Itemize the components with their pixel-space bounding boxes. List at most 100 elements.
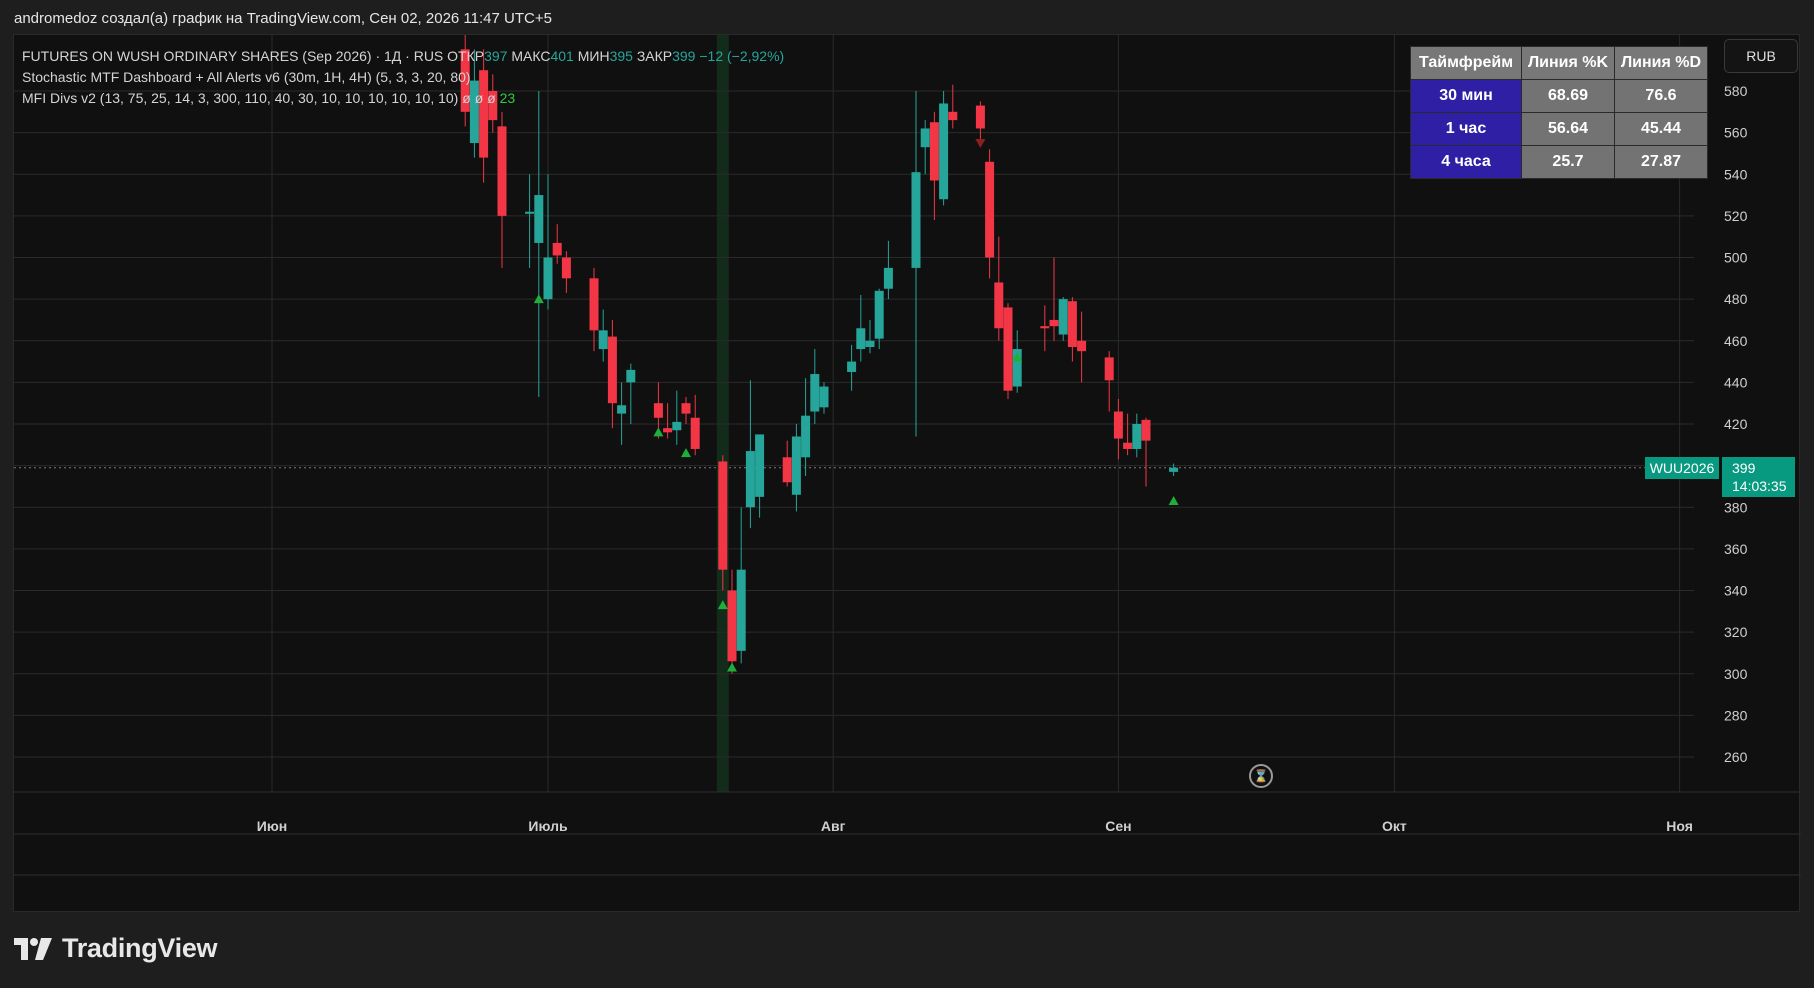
candle-body[interactable] [975, 105, 985, 129]
candle-body[interactable] [782, 457, 792, 483]
candle-body[interactable] [920, 128, 930, 148]
candle-body[interactable] [663, 428, 673, 433]
y-tick-label: 440 [1724, 374, 1748, 390]
hourglass-icon[interactable]: ⌛ [1249, 764, 1273, 788]
candle-body[interactable] [856, 328, 866, 350]
candle-body[interactable] [718, 461, 728, 570]
currency-button[interactable]: RUB [1724, 39, 1798, 73]
candle-body[interactable] [653, 403, 663, 418]
header-d-line: Линия %D [1614, 46, 1708, 80]
candle-body[interactable] [939, 103, 949, 200]
candle-body[interactable] [617, 405, 627, 414]
candle-body[interactable] [791, 436, 801, 495]
mfi-indicator-name: MFI Divs v2 (13, 75, 25, 14, 3, 300, 110… [22, 90, 459, 106]
candle-body[interactable] [1040, 326, 1050, 329]
candle-body[interactable] [534, 195, 544, 243]
candle-body[interactable] [755, 434, 765, 497]
x-tick-label: Сен [1105, 818, 1131, 834]
row-timeframe: 4 часа [1410, 145, 1522, 179]
candle-body[interactable] [561, 257, 571, 279]
candle-body[interactable] [1067, 301, 1077, 347]
candle-body[interactable] [607, 336, 617, 404]
legend-indicator-mfi[interactable]: MFI Divs v2 (13, 75, 25, 14, 3, 300, 110… [22, 88, 784, 109]
legend-indicator-stochastic[interactable]: Stochastic MTF Dashboard + All Alerts v6… [22, 67, 784, 88]
y-tick-label: 580 [1724, 83, 1748, 99]
candle-body[interactable] [1141, 419, 1151, 441]
y-tick-label: 300 [1724, 666, 1748, 682]
candle-body[interactable] [1113, 411, 1123, 439]
candle-body[interactable] [1104, 357, 1114, 381]
candle-body[interactable] [1132, 424, 1142, 449]
candle-body[interactable] [745, 451, 755, 508]
y-tick-label: 280 [1724, 707, 1748, 723]
candle-body[interactable] [911, 172, 921, 268]
brand-name: TradingView [62, 933, 218, 963]
candle-body[interactable] [819, 386, 829, 408]
candle-body[interactable] [497, 126, 507, 216]
legend-open-value: 397 [484, 48, 508, 64]
last-price-label[interactable]: 399 14:03:35 [1722, 457, 1795, 497]
x-tick-label: Ноя [1666, 818, 1693, 834]
table-row: 4 часа 25.7 27.87 [1410, 145, 1708, 179]
last-price-value: 399 [1732, 460, 1756, 476]
candle-body[interactable] [552, 242, 562, 256]
candle-body[interactable] [736, 569, 746, 651]
candle-body[interactable] [589, 278, 599, 331]
candle-body[interactable] [727, 590, 737, 662]
mfi-indicator-last: 23 [499, 90, 516, 106]
legend-symbol-title[interactable]: FUTURES ON WUSH ORDINARY SHARES (Sep 202… [22, 48, 443, 64]
candle-body[interactable] [626, 369, 636, 383]
symbol-price-tag[interactable]: WUU2026 [1645, 457, 1719, 479]
candle-body[interactable] [525, 211, 535, 214]
candle-body[interactable] [1123, 442, 1133, 449]
candle-body[interactable] [801, 415, 811, 458]
row-k-value: 68.69 [1521, 79, 1615, 113]
chart-legend: FUTURES ON WUSH ORDINARY SHARES (Sep 202… [22, 46, 784, 109]
candle-body[interactable] [681, 403, 691, 414]
candle-body[interactable] [865, 340, 875, 347]
legend-high-value: 401 [550, 48, 574, 64]
candle-body[interactable] [1049, 319, 1059, 327]
candle-body[interactable] [1077, 340, 1087, 352]
signal-up-triangle [653, 427, 664, 437]
y-tick-label: 540 [1724, 166, 1748, 182]
y-tick-label: 380 [1724, 499, 1748, 515]
stochastic-dashboard-table: Таймфрейм Линия %K Линия %D 30 мин 68.69… [1410, 46, 1708, 179]
candles-group [460, 35, 1179, 674]
table-row: 1 час 56.64 45.44 [1410, 112, 1708, 146]
row-k-value: 56.64 [1521, 112, 1615, 146]
legend-main-row[interactable]: FUTURES ON WUSH ORDINARY SHARES (Sep 202… [22, 46, 784, 67]
x-tick-label: Июль [528, 818, 568, 834]
candle-body[interactable] [985, 161, 995, 258]
candle-body[interactable] [672, 421, 682, 431]
row-d-value: 45.44 [1614, 112, 1708, 146]
candle-body[interactable] [874, 290, 884, 339]
y-tick-label: 480 [1724, 291, 1748, 307]
candle-body[interactable] [994, 282, 1004, 329]
legend-change: −12 (−2,92%) [699, 48, 785, 64]
signal-up-triangle [1168, 496, 1179, 506]
y-tick-label: 360 [1724, 541, 1748, 557]
legend-high-label: МАКС [511, 48, 551, 64]
legend-low-label: МИН [577, 48, 610, 64]
header-timeframe: Таймфрейм [1410, 46, 1522, 80]
candle-body[interactable] [598, 330, 608, 350]
candle-body[interactable] [810, 374, 820, 412]
candle-body[interactable] [847, 361, 857, 372]
row-d-value: 76.6 [1614, 79, 1708, 113]
candle-body[interactable] [948, 111, 958, 121]
candle-body[interactable] [1003, 307, 1013, 391]
y-tick-label: 500 [1724, 250, 1748, 266]
candle-body[interactable] [1169, 467, 1179, 472]
y-tick-label: 340 [1724, 583, 1748, 599]
y-tick-label: 460 [1724, 333, 1748, 349]
candle-body[interactable] [929, 122, 939, 181]
candle-body[interactable] [690, 417, 700, 449]
table-header-row: Таймфрейм Линия %K Линия %D [1410, 46, 1708, 80]
tradingview-logo: TradingView [14, 933, 218, 964]
candle-body[interactable] [1058, 299, 1068, 335]
candle-body[interactable] [883, 267, 893, 289]
row-k-value: 25.7 [1521, 145, 1615, 179]
candle-body[interactable] [543, 257, 553, 300]
legend-low-value: 395 [609, 48, 633, 64]
